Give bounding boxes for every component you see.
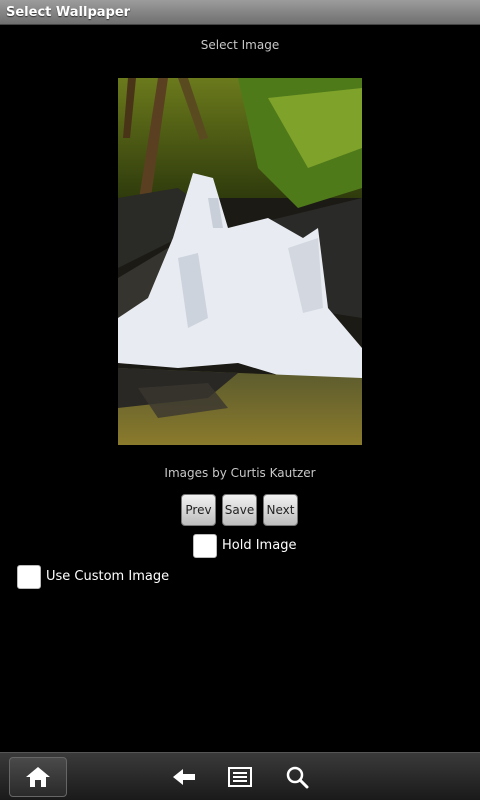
- back-icon: [173, 769, 195, 785]
- window-title: Select Wallpaper: [6, 5, 131, 20]
- home-icon: [26, 767, 50, 787]
- menu-button[interactable]: [227, 765, 253, 789]
- prev-button[interactable]: Prev: [181, 494, 216, 526]
- image-credit: Images by Curtis Kautzer: [164, 466, 316, 480]
- waterfall-image: [118, 78, 362, 445]
- back-button[interactable]: [171, 765, 197, 789]
- menu-icon: [228, 767, 252, 787]
- home-button[interactable]: [9, 757, 67, 797]
- hold-image-checkbox[interactable]: [193, 534, 217, 558]
- wallpaper-preview[interactable]: [118, 78, 362, 445]
- use-custom-image-checkbox[interactable]: [17, 565, 41, 589]
- use-custom-image-label: Use Custom Image: [46, 569, 170, 584]
- system-nav-bar: [0, 752, 480, 800]
- page-heading: Select Image: [200, 38, 280, 52]
- search-button[interactable]: [284, 765, 310, 789]
- next-button[interactable]: Next: [263, 494, 298, 526]
- hold-image-label: Hold Image: [222, 538, 297, 553]
- save-button[interactable]: Save: [222, 494, 257, 526]
- search-icon: [286, 766, 309, 789]
- title-bar: Select Wallpaper: [0, 0, 480, 25]
